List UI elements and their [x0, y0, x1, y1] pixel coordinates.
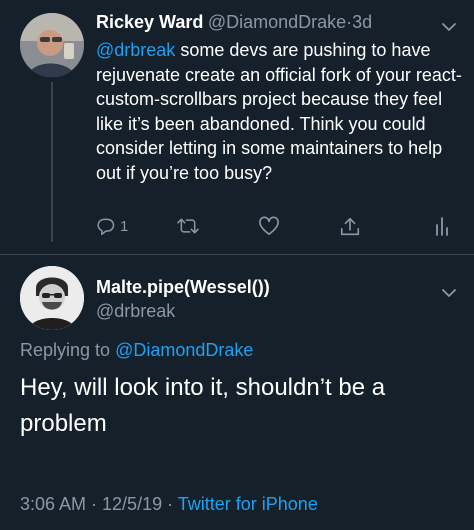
chevron-down-icon[interactable]: [442, 19, 456, 37]
mention-link[interactable]: @drbreak: [96, 40, 175, 60]
replying-mention[interactable]: @DiamondDrake: [115, 340, 253, 360]
tweet2-header: Malte.pipe(Wessel()) @drbreak: [96, 277, 270, 322]
tweet1-text: @drbreak some devs are pushing to have r…: [96, 38, 466, 185]
share-button[interactable]: [339, 216, 361, 238]
tweet1-header: Rickey Ward @DiamondDrake·3d: [96, 12, 372, 33]
analytics-button[interactable]: [434, 216, 450, 236]
share-icon: [339, 216, 361, 238]
replying-to: Replying to @DiamondDrake: [20, 340, 253, 361]
reply-count: 1: [120, 217, 129, 235]
tweet-time[interactable]: 3d: [352, 12, 372, 32]
thread-line: [51, 82, 53, 242]
tweet-divider: [0, 254, 474, 255]
like-icon: [258, 216, 280, 236]
avatar-rickey-ward[interactable]: [20, 13, 84, 77]
tweet2-text: Hey, will look into it, shouldn’t be a p…: [20, 374, 386, 437]
like-button[interactable]: [258, 216, 280, 236]
tweet1-body: some devs are pushing to have rejuvenate…: [96, 40, 462, 183]
author-handle[interactable]: @DiamondDrake: [208, 12, 346, 32]
retweet-icon: [176, 216, 200, 236]
author-name[interactable]: Malte.pipe(Wessel()): [96, 277, 270, 298]
source-link[interactable]: Twitter for iPhone: [178, 494, 318, 514]
tweet-meta: 3:06 AM · 12/5/19 · Twitter for iPhone: [20, 494, 318, 515]
reply-button[interactable]: 1: [96, 216, 128, 236]
avatar-malte[interactable]: [20, 266, 84, 330]
retweet-button[interactable]: [176, 216, 200, 236]
chevron-down-icon[interactable]: [442, 285, 456, 303]
analytics-icon: [434, 216, 450, 236]
author-name[interactable]: Rickey Ward: [96, 12, 203, 32]
author-handle[interactable]: @drbreak: [96, 301, 270, 322]
replying-prefix: Replying to: [20, 340, 116, 360]
reply-icon: [96, 216, 116, 236]
timestamp: 3:06 AM · 12/5/19 ·: [20, 494, 178, 514]
